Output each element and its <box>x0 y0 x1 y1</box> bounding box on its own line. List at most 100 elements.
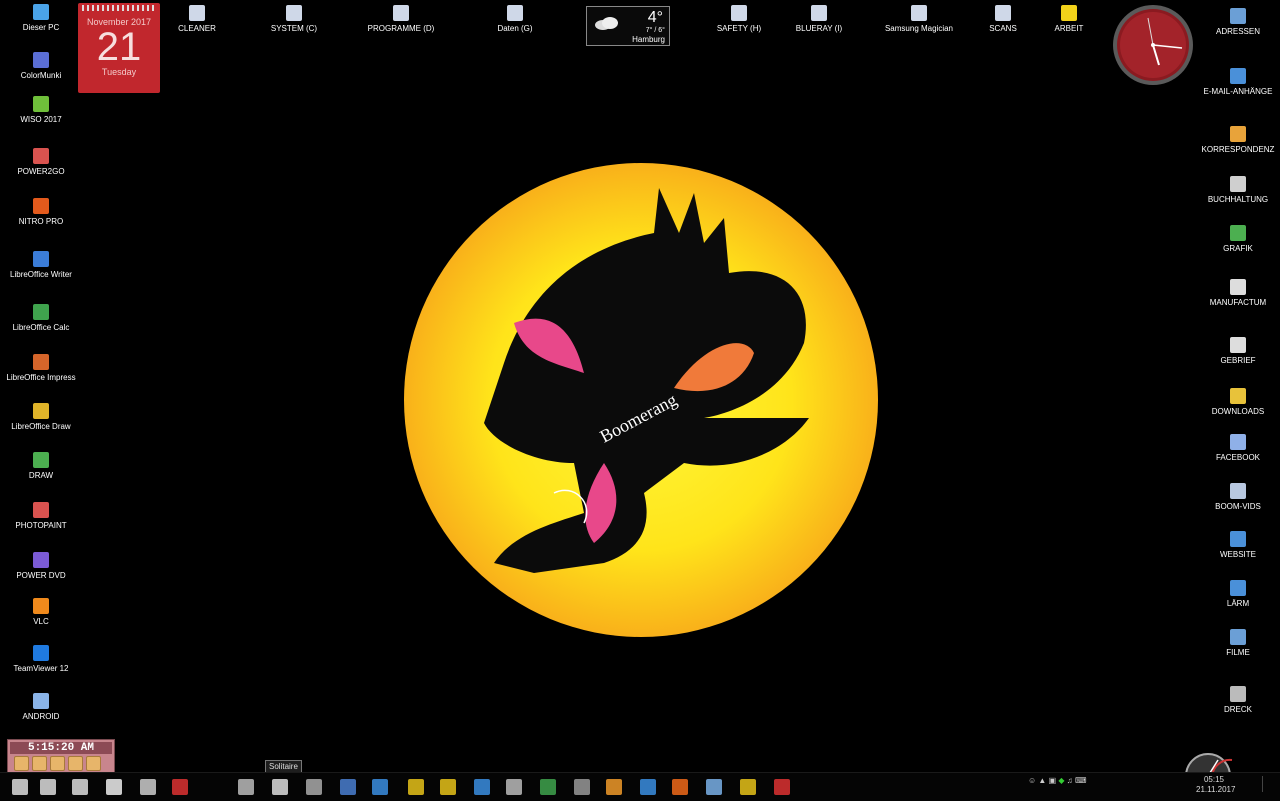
desktop-icon-label: E-MAIL-ANHÄNGE <box>1203 87 1273 96</box>
desktop-icon-drive-d[interactable]: PROGRAMME (D) <box>358 5 444 34</box>
desktop-icon-teamviewer[interactable]: TeamViewer 12 <box>0 645 84 674</box>
desktop-icon-drive-h[interactable]: SAFETY (H) <box>696 5 782 34</box>
desktop-icon-downloads-folder[interactable]: DOWNLOADS <box>1195 388 1280 417</box>
analog-clock-gadget[interactable] <box>1112 4 1194 86</box>
picture-frame-icon[interactable] <box>740 779 756 795</box>
desktop-icon-video-folder[interactable]: BOOM-VIDS <box>1195 483 1280 512</box>
calculator-icon[interactable] <box>140 779 156 795</box>
widget-button-2-icon[interactable] <box>32 756 47 771</box>
disk-app-icon[interactable] <box>306 779 322 795</box>
desktop-icon-draw-doc[interactable]: LibreOffice Draw <box>0 403 84 432</box>
wallpaper-eagle-logo: Boomerang <box>484 188 809 573</box>
desktop-icon-colormunki[interactable]: ColorMunki <box>0 52 84 81</box>
calendar-gadget[interactable]: November 2017 21 Tuesday <box>78 3 160 93</box>
taskbar-clock[interactable]: 05:15 21.11.2017 <box>1196 775 1235 795</box>
updater-icon[interactable] <box>372 779 388 795</box>
time-widget-time: 5:15:20 AM <box>10 742 112 754</box>
widget-button-3-icon[interactable] <box>50 756 65 771</box>
drive-c-icon <box>286 5 302 21</box>
chart-app-icon[interactable] <box>474 779 490 795</box>
nuclear-icon[interactable] <box>408 779 424 795</box>
desktop-icon-correspondence[interactable]: KORRESPONDENZ <box>1195 126 1280 155</box>
volume-icon[interactable]: ♫ <box>1067 776 1073 785</box>
accounting-icon <box>1230 176 1246 192</box>
desktop-icon-wiso[interactable]: WISO 2017 <box>0 96 84 125</box>
desktop-icon-powerdvd[interactable]: POWER DVD <box>0 552 84 581</box>
show-desktop-button[interactable] <box>1262 776 1271 792</box>
mail-icon[interactable] <box>706 779 722 795</box>
font-app-icon[interactable] <box>106 779 122 795</box>
desktop-icon-drive-i[interactable]: BLUERAY (I) <box>776 5 862 34</box>
desktop-icon-manufactum[interactable]: MANUFACTUM <box>1195 279 1280 308</box>
desktop-icon-noise[interactable]: LÄRM <box>1195 580 1280 609</box>
desktop-icon-label: Samsung Magician <box>884 24 954 33</box>
windows-start-icon[interactable] <box>12 779 28 795</box>
vlc-cone-icon <box>33 598 49 614</box>
correspondence-icon <box>1230 126 1246 142</box>
cube-icon[interactable] <box>640 779 656 795</box>
firefox-icon[interactable] <box>672 779 688 795</box>
star-app-icon[interactable] <box>440 779 456 795</box>
desktop-icon-graphics[interactable]: GRAFIK <box>1195 225 1280 254</box>
vivaldi-icon[interactable] <box>774 779 790 795</box>
search-icon[interactable] <box>40 779 56 795</box>
writer-icon <box>33 251 49 267</box>
desktop-icon-films[interactable]: FILME <box>1195 629 1280 658</box>
people-icon[interactable]: ☺ <box>1028 776 1036 785</box>
desktop-icon-label: BUCHHALTUNG <box>1207 195 1269 204</box>
keyboard-icon[interactable]: ⌨ <box>1075 776 1087 785</box>
desktop-icon-facebook[interactable]: FACEBOOK <box>1195 434 1280 463</box>
globe-icon[interactable] <box>606 779 622 795</box>
widget-button-5-icon[interactable] <box>86 756 101 771</box>
desktop-icon-drive-c[interactable]: SYSTEM (C) <box>251 5 337 34</box>
letter-icon <box>1230 337 1246 353</box>
desktop-icon-email-attachments[interactable]: E-MAIL-ANHÄNGE <box>1195 68 1280 97</box>
desktop-icon-coreldraw[interactable]: DRAW <box>0 452 84 481</box>
desktop-icon-drive-g[interactable]: Daten (G) <box>472 5 558 34</box>
taskbar-time: 05:15 <box>1203 775 1225 784</box>
desktop-icon-vlc-cone[interactable]: VLC <box>0 598 84 627</box>
weather-gadget[interactable]: 4° 7° / 6° Hamburg <box>586 6 670 46</box>
task-view-icon[interactable] <box>72 779 88 795</box>
tray-chevron-icon[interactable]: ▲ <box>1038 776 1046 785</box>
network-icon[interactable]: ▣ <box>1049 776 1057 785</box>
steam-icon[interactable] <box>340 779 356 795</box>
desktop-icon-computer[interactable]: Dieser PC <box>0 4 84 33</box>
photo-app-icon[interactable] <box>540 779 556 795</box>
powerdvd-icon <box>33 552 49 568</box>
tower-app-icon[interactable] <box>238 779 254 795</box>
weather-temperature: 4° <box>647 9 663 26</box>
desktop-icon-star[interactable]: ARBEIT <box>1026 5 1112 34</box>
desktop-icon-power2go[interactable]: POWER2GO <box>0 148 84 177</box>
desktop-icon-label: CLEANER <box>178 24 216 33</box>
desktop-icon-accounting[interactable]: BUCHHALTUNG <box>1195 176 1280 205</box>
desktop-icon-label: BOOM-VIDS <box>1215 502 1261 511</box>
desktop-icon-photopaint[interactable]: PHOTOPAINT <box>0 502 84 531</box>
desktop-icon-addresses[interactable]: ADRESSEN <box>1195 8 1280 37</box>
desktop-icon-label: ARBEIT <box>1054 24 1084 33</box>
desktop-icon-ssd[interactable]: Samsung Magician <box>876 5 962 34</box>
desktop-icon-label: FILME <box>1226 648 1250 657</box>
solitaire-icon[interactable] <box>272 779 288 795</box>
desktop-icon-cleaner[interactable]: CLEANER <box>154 5 240 34</box>
widget-button-4-icon[interactable] <box>68 756 83 771</box>
graph-app-icon[interactable] <box>574 779 590 795</box>
desktop-icon-label: GEBRIEF <box>1220 356 1256 365</box>
desktop-icon-android[interactable]: ANDROID <box>0 693 84 722</box>
opera-icon[interactable] <box>172 779 188 795</box>
desktop-icon-label: Dieser PC <box>22 23 60 32</box>
desktop-icon-impress[interactable]: LibreOffice Impress <box>0 354 84 383</box>
nitro-icon <box>33 198 49 214</box>
desktop-icon-calc[interactable]: LibreOffice Calc <box>0 304 84 333</box>
desktop-icon-website[interactable]: WEBSITE <box>1195 531 1280 560</box>
impress-icon <box>33 354 49 370</box>
widget-button-1-icon[interactable] <box>14 756 29 771</box>
equalizer-icon[interactable] <box>506 779 522 795</box>
desktop-icon-letter[interactable]: GEBRIEF <box>1195 337 1280 366</box>
shield-icon[interactable]: ◆ <box>1058 776 1064 785</box>
desktop-icon-label: GRAFIK <box>1223 244 1253 253</box>
drive-i-icon <box>811 5 827 21</box>
desktop-icon-recycle-bin[interactable]: DRECK <box>1195 686 1280 715</box>
desktop-icon-writer[interactable]: LibreOffice Writer <box>0 251 84 280</box>
desktop-icon-nitro[interactable]: NITRO PRO <box>0 198 84 227</box>
